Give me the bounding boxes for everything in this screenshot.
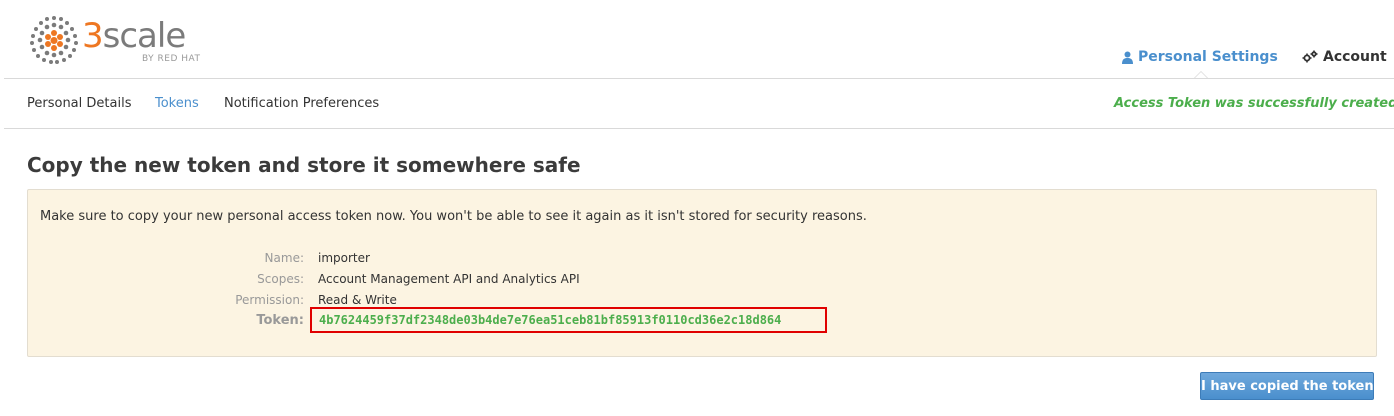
confirm-copied-button[interactable]: I have copied the token bbox=[1200, 372, 1374, 400]
user-icon bbox=[1122, 51, 1133, 64]
logo-dots-icon bbox=[30, 16, 78, 64]
token-notice-panel: Make sure to copy your new personal acce… bbox=[27, 189, 1377, 357]
tab-notification-preferences[interactable]: Notification Preferences bbox=[224, 96, 379, 111]
active-caret-indicator bbox=[1194, 71, 1208, 78]
secondary-nav: Personal Details Tokens Notification Pre… bbox=[4, 79, 1394, 129]
token-highlight-box[interactable]: 4b7624459f37df2348de03b4de7e76ea51ceb81b… bbox=[310, 307, 827, 333]
logo-subtext: BY RED HAT bbox=[142, 54, 201, 64]
detail-value: Account Management API and Analytics API bbox=[318, 272, 580, 286]
detail-row-scopes: Scopes: Account Management API and Analy… bbox=[28, 269, 1376, 290]
detail-key: Scopes: bbox=[257, 272, 304, 286]
notice-message: Make sure to copy your new personal acce… bbox=[40, 209, 867, 224]
tab-tokens[interactable]: Tokens bbox=[155, 96, 199, 111]
detail-key: Permission: bbox=[235, 293, 304, 307]
flash-success-message: Access Token was successfully created bbox=[1114, 96, 1394, 111]
token-value[interactable]: 4b7624459f37df2348de03b4de7e76ea51ceb81b… bbox=[319, 313, 781, 327]
detail-row-name: Name: importer bbox=[28, 248, 1376, 269]
personal-settings-label: Personal Settings bbox=[1138, 49, 1278, 65]
detail-value: importer bbox=[318, 251, 370, 265]
token-label: Token: bbox=[256, 313, 304, 328]
header: 3scale BY RED HAT Personal Settings Acco… bbox=[4, 0, 1394, 79]
detail-key: Name: bbox=[264, 251, 304, 265]
page: 3scale BY RED HAT Personal Settings Acco… bbox=[0, 0, 1394, 416]
tab-personal-details[interactable]: Personal Details bbox=[27, 96, 131, 111]
page-title: Copy the new token and store it somewher… bbox=[27, 153, 581, 177]
account-label: Account bbox=[1323, 49, 1387, 65]
account-link[interactable]: Account bbox=[1302, 47, 1387, 67]
gears-icon bbox=[1302, 50, 1318, 63]
personal-settings-link[interactable]: Personal Settings bbox=[1122, 47, 1278, 67]
logo[interactable]: 3scale BY RED HAT bbox=[28, 14, 203, 66]
detail-value: Read & Write bbox=[318, 293, 397, 307]
logo-wordmark: 3scale bbox=[82, 16, 186, 56]
